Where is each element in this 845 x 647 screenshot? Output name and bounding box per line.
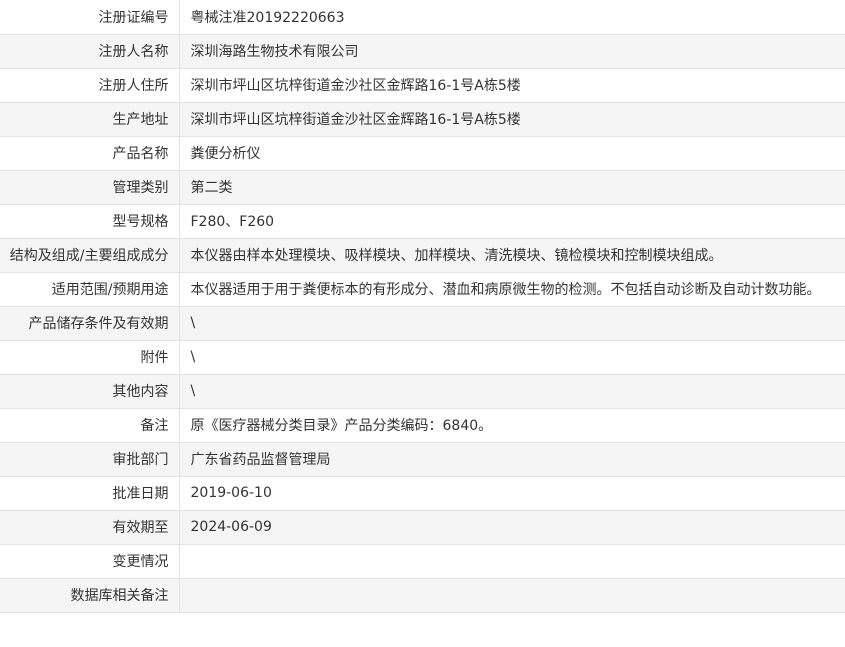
field-value: 2024-06-09 bbox=[178, 509, 845, 545]
field-label: 变更情况 bbox=[0, 543, 180, 579]
field-label: 批准日期 bbox=[0, 475, 180, 511]
row-structure-composition: 结构及组成/主要组成成分 本仪器由样本处理模块、吸样模块、加样模块、清洗模块、镜… bbox=[0, 237, 845, 273]
field-label: 附件 bbox=[0, 339, 180, 375]
field-value bbox=[178, 577, 845, 613]
row-management-category: 管理类别 第二类 bbox=[0, 169, 845, 205]
field-value: F280、F260 bbox=[178, 203, 845, 239]
field-label: 适用范围/预期用途 bbox=[0, 271, 180, 307]
field-label: 生产地址 bbox=[0, 101, 180, 137]
field-label: 备注 bbox=[0, 407, 180, 443]
field-value: 深圳市坪山区坑梓街道金沙社区金辉路16-1号A栋5楼 bbox=[178, 101, 845, 137]
field-label: 审批部门 bbox=[0, 441, 180, 477]
field-label: 产品储存条件及有效期 bbox=[0, 305, 180, 341]
field-value: \ bbox=[178, 373, 845, 409]
field-label: 有效期至 bbox=[0, 509, 180, 545]
row-storage-validity: 产品储存条件及有效期 \ bbox=[0, 305, 845, 341]
field-label: 数据库相关备注 bbox=[0, 577, 180, 613]
registration-info-table: 注册证编号 粤械注准20192220663 注册人名称 深圳海路生物技术有限公司… bbox=[0, 0, 845, 613]
field-label: 注册证编号 bbox=[0, 0, 180, 35]
row-registration-number: 注册证编号 粤械注准20192220663 bbox=[0, 0, 845, 35]
row-approval-date: 批准日期 2019-06-10 bbox=[0, 475, 845, 511]
field-label: 注册人名称 bbox=[0, 33, 180, 69]
field-value bbox=[178, 543, 845, 579]
field-value: 深圳海路生物技术有限公司 bbox=[178, 33, 845, 69]
field-value: 本仪器适用于用于粪便标本的有形成分、潜血和病原微生物的检测。不包括自动诊断及自动… bbox=[178, 271, 845, 307]
row-intended-use: 适用范围/预期用途 本仪器适用于用于粪便标本的有形成分、潜血和病原微生物的检测。… bbox=[0, 271, 845, 307]
row-model-spec: 型号规格 F280、F260 bbox=[0, 203, 845, 239]
field-value: 粤械注准20192220663 bbox=[178, 0, 845, 35]
row-product-name: 产品名称 粪便分析仪 bbox=[0, 135, 845, 171]
row-database-notes: 数据库相关备注 bbox=[0, 577, 845, 613]
field-label: 结构及组成/主要组成成分 bbox=[0, 237, 180, 273]
field-label: 管理类别 bbox=[0, 169, 180, 205]
row-production-address: 生产地址 深圳市坪山区坑梓街道金沙社区金辉路16-1号A栋5楼 bbox=[0, 101, 845, 137]
field-label: 注册人住所 bbox=[0, 67, 180, 103]
field-label: 其他内容 bbox=[0, 373, 180, 409]
row-registrant-address: 注册人住所 深圳市坪山区坑梓街道金沙社区金辉路16-1号A栋5楼 bbox=[0, 67, 845, 103]
field-value: 本仪器由样本处理模块、吸样模块、加样模块、清洗模块、镜检模块和控制模块组成。 bbox=[178, 237, 845, 273]
field-value: 粪便分析仪 bbox=[178, 135, 845, 171]
row-approval-department: 审批部门 广东省药品监督管理局 bbox=[0, 441, 845, 477]
row-change-status: 变更情况 bbox=[0, 543, 845, 579]
row-remarks: 备注 原《医疗器械分类目录》产品分类编码：6840。 bbox=[0, 407, 845, 443]
field-label: 产品名称 bbox=[0, 135, 180, 171]
field-label: 型号规格 bbox=[0, 203, 180, 239]
row-valid-until: 有效期至 2024-06-09 bbox=[0, 509, 845, 545]
field-value: 2019-06-10 bbox=[178, 475, 845, 511]
field-value: 广东省药品监督管理局 bbox=[178, 441, 845, 477]
row-other-content: 其他内容 \ bbox=[0, 373, 845, 409]
row-registrant-name: 注册人名称 深圳海路生物技术有限公司 bbox=[0, 33, 845, 69]
field-value: 第二类 bbox=[178, 169, 845, 205]
field-value: 原《医疗器械分类目录》产品分类编码：6840。 bbox=[178, 407, 845, 443]
row-attachments: 附件 \ bbox=[0, 339, 845, 375]
field-value: \ bbox=[178, 339, 845, 375]
field-value: 深圳市坪山区坑梓街道金沙社区金辉路16-1号A栋5楼 bbox=[178, 67, 845, 103]
field-value: \ bbox=[178, 305, 845, 341]
